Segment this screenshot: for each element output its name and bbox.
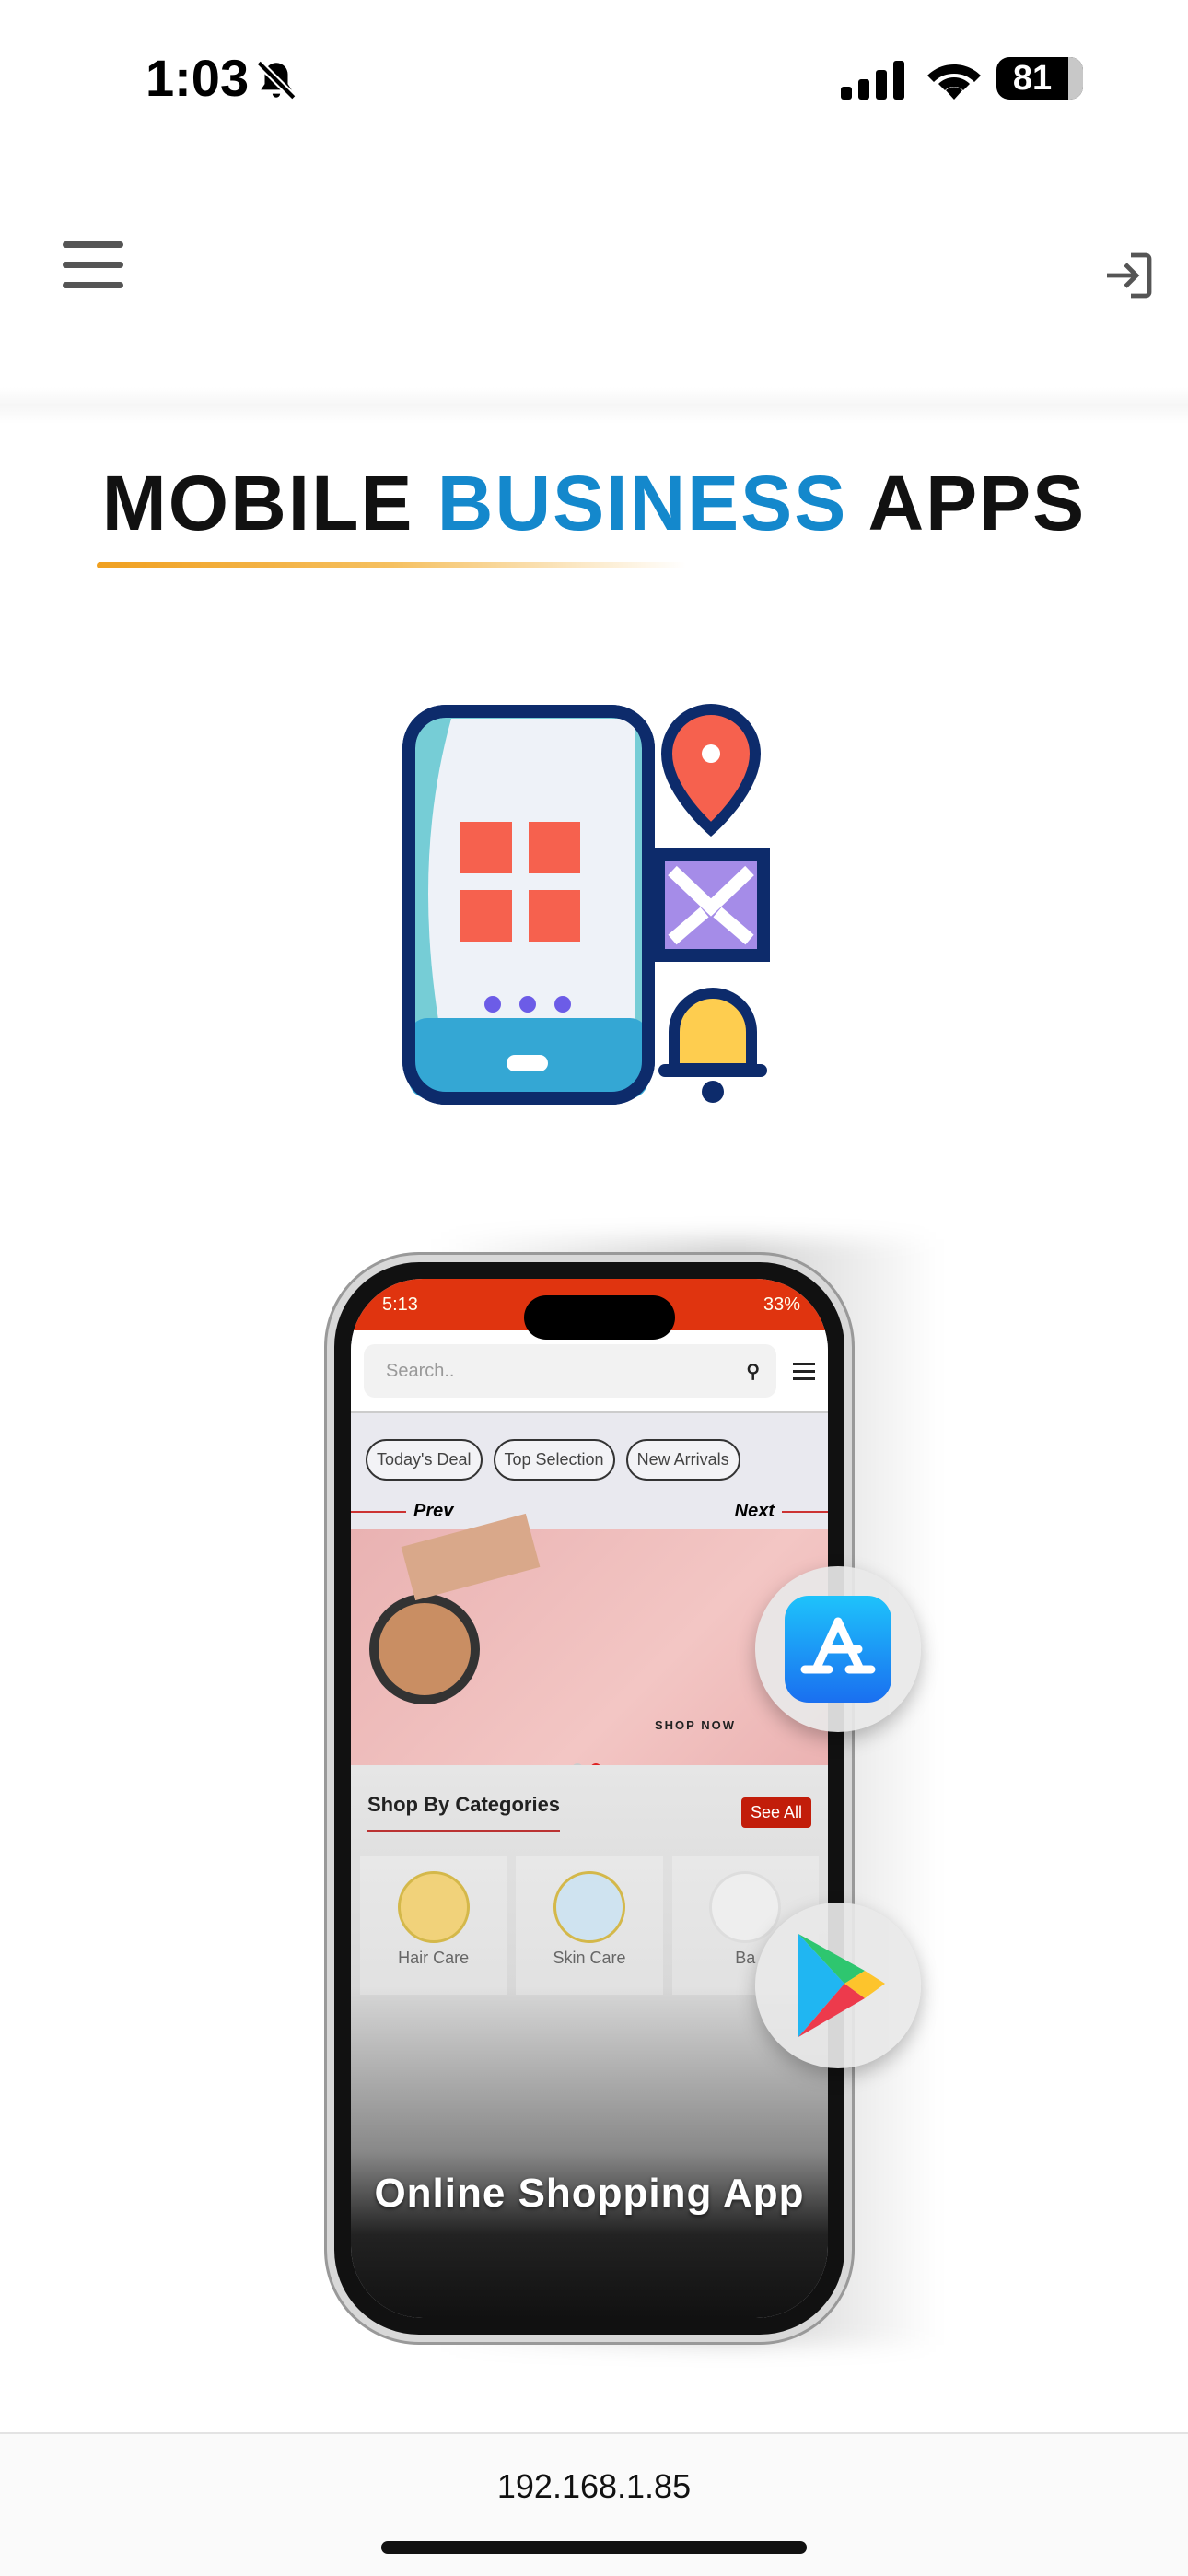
category-hair-care: Hair Care (360, 1856, 507, 1995)
header-divider (0, 387, 1188, 424)
see-all-button: See All (740, 1797, 811, 1828)
chip-new-arrivals: New Arrivals (625, 1439, 740, 1481)
banner-shop-now: SHOP NOW (655, 1718, 736, 1732)
bell-slash-icon (256, 60, 297, 100)
app-store-badge[interactable] (755, 1566, 921, 1732)
mockup-caption: Online Shopping App (374, 2171, 805, 2216)
phone-screen: 5:13 33% Search.. ⚲ Today's Deal Top Selec… (351, 1279, 828, 2318)
google-play-badge[interactable] (755, 1903, 921, 2068)
mockup-lower-section: Shop By Categories See All Hair Care Skin… (351, 1765, 828, 2318)
title-highlight: BUSINESS (437, 460, 848, 546)
mockup-menu-icon (793, 1358, 815, 1385)
signal-icon (841, 61, 904, 100)
chip-todays-deal: Today's Deal (366, 1439, 483, 1481)
chip-top-selection: Top Selection (493, 1439, 615, 1481)
title-underline (97, 562, 686, 568)
app-store-icon (785, 1596, 891, 1703)
page-title: MOBILE BUSINESS APPS (0, 459, 1188, 548)
mobile-app-illustration (402, 703, 770, 1105)
wifi-icon (927, 64, 981, 100)
mockup-prev: Prev (413, 1501, 454, 1521)
mockup-search-bar: Search.. ⚲ (351, 1330, 828, 1413)
category-label: Hair Care (398, 1949, 470, 1967)
mockup-search-input: Search.. ⚲ (364, 1344, 776, 1398)
login-icon[interactable] (1101, 247, 1157, 304)
home-indicator[interactable] (381, 2541, 807, 2554)
search-placeholder: Search.. (386, 1360, 455, 1381)
mockup-status-battery: 33% (763, 1294, 800, 1315)
mockup-next: Next (734, 1501, 775, 1521)
hamburger-menu-button[interactable] (63, 241, 123, 302)
category-label: Skin Care (553, 1949, 626, 1967)
phone-mockup: 5:13 33% Search.. ⚲ Today's Deal Top Selec… (327, 1255, 852, 2342)
url-display[interactable]: 192.168.1.85 (0, 2467, 1188, 2506)
battery-indicator: 81 (996, 57, 1083, 100)
title-word: MOBILE (101, 460, 414, 546)
title-word: APPS (868, 460, 1087, 546)
category-skin-care: Skin Care (516, 1856, 663, 1995)
dynamic-island (524, 1295, 675, 1340)
category-label: Ba (735, 1949, 756, 1967)
prev-next-row: Prev Next (351, 1493, 828, 1529)
search-icon: ⚲ (746, 1361, 760, 1382)
mockup-status-time: 5:13 (382, 1294, 418, 1315)
status-time: 1:03 (146, 49, 250, 107)
mockup-chips: Today's Deal Top Selection New Arrivals (351, 1413, 828, 1493)
google-play-icon (798, 1934, 885, 2037)
compact-powder (369, 1594, 480, 1704)
categories-title: Shop By Categories (367, 1793, 561, 1832)
